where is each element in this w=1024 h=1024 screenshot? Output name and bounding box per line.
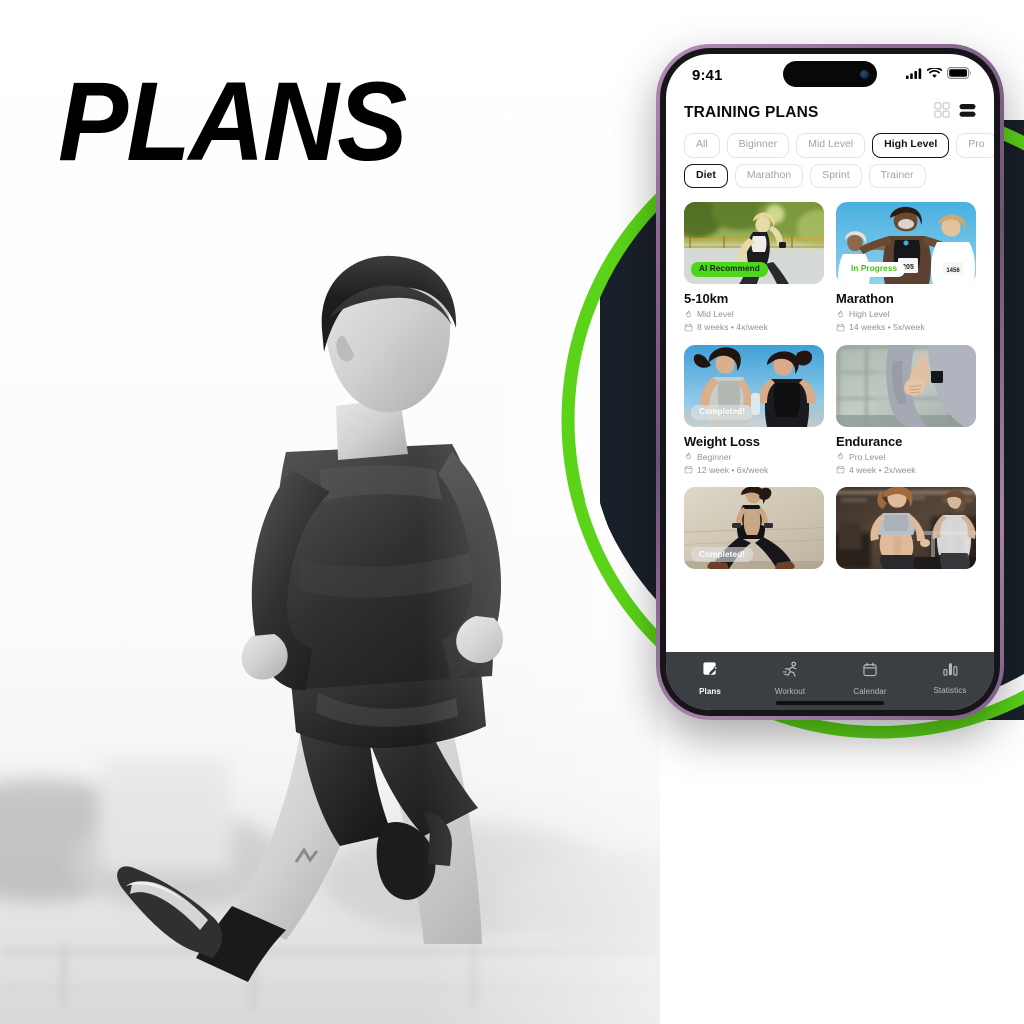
filter-chip-diet[interactable]: Diet [684, 163, 728, 189]
plan-schedule-label: 14 weeks • 5x/week [849, 321, 925, 332]
plan-level: Mid Level [684, 309, 824, 319]
plan-level-label: Beginner [697, 451, 732, 462]
battery-icon [947, 66, 972, 84]
plan-card[interactable]: Completed! Weight Loss Beginner 12 week •… [684, 344, 824, 478]
plan-title: 5-10km [684, 291, 729, 307]
filter-chip-row-2: Diet Marathon Sprint Trainer [666, 163, 994, 189]
phone-mockup: 9:41 TRAINING PLANS All Biginner Mid Lev… [656, 44, 1004, 720]
plan-level-label: Mid Level [697, 309, 734, 320]
grid-view-icon[interactable] [934, 102, 950, 123]
plans-icon [702, 661, 719, 683]
flame-icon [838, 310, 843, 318]
calendar-icon [684, 323, 693, 331]
tab-label: Plans [699, 686, 721, 696]
calendar-icon [836, 465, 845, 474]
filter-chip-rows: All Biginner Mid Level High Level Pro Diet Ma… [666, 127, 994, 202]
page-title: PLANS [58, 59, 407, 184]
status-badge: Completed! [691, 404, 754, 420]
plans-list[interactable]: AI Recommend 5-10km Mid Level 8 weeks • 4… [666, 202, 994, 652]
tab-workout[interactable]: Workout [759, 661, 821, 696]
plan-schedule-label: 4 week • 2x/week [849, 464, 916, 475]
filter-chip-sprint[interactable]: Sprint [810, 163, 862, 189]
plan-level-label: High Level [849, 309, 890, 320]
plan-schedule-label: 8 weeks • 4x/week [697, 321, 768, 332]
filter-chip-row-1: All Biginner Mid Level High Level Pro [666, 133, 994, 158]
svg-text:1456: 1456 [946, 268, 960, 274]
running-person-icon [782, 661, 799, 683]
filter-chip-all[interactable]: All [684, 133, 720, 158]
plan-card[interactable]: AI Recommend 5-10km Mid Level 8 weeks • 4… [684, 202, 824, 335]
dynamic-island [783, 61, 877, 87]
plan-title: Marathon [836, 291, 894, 307]
plan-title: Endurance [836, 433, 903, 449]
view-toggle-group [934, 102, 976, 123]
filter-chip-mid-level[interactable]: Mid Level [796, 133, 866, 158]
plan-thumbnail: AI Recommend [684, 202, 824, 285]
front-camera-icon [860, 69, 869, 79]
plan-card[interactable]: Completed! [684, 487, 824, 570]
plan-level: High Level [836, 309, 976, 319]
tab-calendar[interactable]: Calendar [839, 661, 901, 696]
plan-level-label: Pro Level [849, 451, 886, 462]
status-badge: AI Recommend [691, 261, 768, 278]
tab-label: Workout [774, 686, 806, 696]
plan-thumbnail: 205 1456 In Progress [836, 202, 976, 285]
plan-card[interactable]: Endurance Pro Level 4 week • 2x/week [836, 344, 976, 478]
plan-thumbnail: Completed! [684, 344, 824, 427]
filter-chip-high-level[interactable]: High Level [872, 133, 950, 158]
plan-card[interactable]: 205 1456 In Progress Marathon High Level … [836, 202, 976, 335]
list-view-icon[interactable] [959, 103, 976, 123]
plan-thumbnail: Completed! [684, 487, 824, 570]
plan-thumbnail [836, 344, 976, 427]
plan-schedule-label: 12 week • 6x/week [697, 464, 769, 475]
wifi-icon [926, 66, 943, 84]
plan-schedule: 8 weeks • 4x/week [684, 322, 824, 332]
home-indicator [776, 701, 884, 705]
calendar-icon [836, 323, 845, 331]
plan-level: Beginner [684, 452, 824, 462]
flame-icon [686, 310, 691, 318]
plan-schedule: 12 week • 6x/week [684, 465, 824, 475]
tab-statistics[interactable]: Statistics [919, 661, 981, 695]
filter-chip-marathon[interactable]: Marathon [734, 163, 804, 189]
flame-icon [686, 452, 691, 460]
calendar-icon [862, 661, 878, 683]
filter-chip-trainer[interactable]: Trainer [868, 163, 926, 189]
status-badge: In Progress [843, 261, 906, 278]
plan-title: Weight Loss [684, 433, 760, 449]
tab-plans[interactable]: Plans [679, 661, 741, 696]
app-screen: 9:41 TRAINING PLANS All Biginner Mid Lev… [666, 54, 994, 710]
status-bar: 9:41 [666, 54, 994, 96]
cellular-signal-icon [906, 66, 922, 84]
tab-label: Calendar [853, 686, 887, 696]
filter-chip-biginner[interactable]: Biginner [726, 133, 790, 158]
flame-icon [838, 452, 843, 460]
calendar-icon [684, 465, 693, 474]
app-title: TRAINING PLANS [684, 103, 819, 121]
tab-label: Statistics [933, 686, 967, 695]
plan-schedule: 4 week • 2x/week [836, 465, 976, 475]
status-time: 9:41 [692, 66, 723, 84]
app-header: TRAINING PLANS [666, 96, 994, 127]
bar-chart-icon [942, 661, 959, 682]
plan-schedule: 14 weeks • 5x/week [836, 322, 976, 332]
plan-thumbnail [836, 487, 976, 570]
status-badge: Completed! [691, 547, 754, 563]
filter-chip-pro[interactable]: Pro [956, 133, 994, 158]
plan-level: Pro Level [836, 452, 976, 462]
plan-card[interactable] [836, 487, 976, 570]
